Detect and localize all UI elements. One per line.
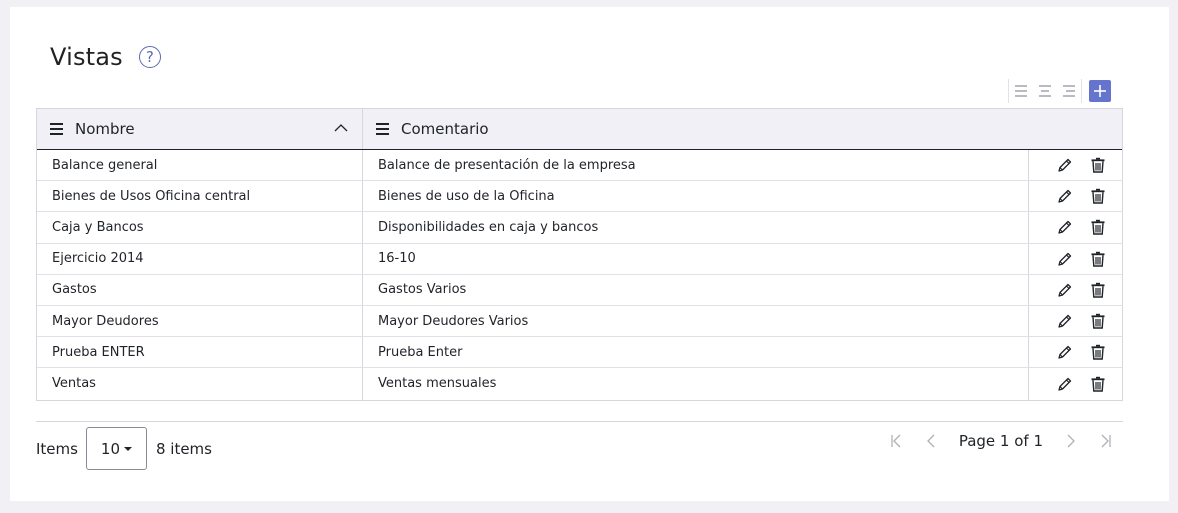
edit-icon[interactable]: [1056, 187, 1074, 205]
next-page-icon[interactable]: [1053, 429, 1088, 453]
cell-comentario: 16-10: [363, 243, 1029, 274]
column-label: Comentario: [401, 120, 489, 138]
cell-comentario: Balance de presentación de la empresa: [363, 150, 1029, 181]
pager-left: Items 10 8 items: [36, 427, 212, 470]
cell-nombre: Balance general: [37, 150, 363, 181]
trash-icon[interactable]: [1089, 218, 1107, 236]
views-grid: Nombre Comentario Balance general Balanc…: [36, 108, 1123, 401]
trash-icon[interactable]: [1089, 187, 1107, 205]
trash-icon[interactable]: [1089, 250, 1107, 268]
table-row[interactable]: Prueba ENTER Prueba Enter: [37, 337, 1122, 369]
edit-icon[interactable]: [1056, 375, 1074, 393]
row-actions: [1029, 181, 1122, 211]
cell-nombre: Ejercicio 2014: [37, 243, 363, 274]
row-actions: [1029, 150, 1122, 180]
first-page-icon[interactable]: [879, 429, 914, 453]
cell-comentario: Ventas mensuales: [363, 368, 1029, 400]
trash-icon[interactable]: [1089, 312, 1107, 330]
row-actions: [1029, 337, 1122, 367]
pager-right: Page 1 of 1: [879, 422, 1123, 459]
align-center-icon[interactable]: [1033, 79, 1057, 103]
cell-nombre: Caja y Bancos: [37, 212, 363, 243]
trash-icon[interactable]: [1089, 156, 1107, 174]
items-label: Items: [36, 439, 78, 458]
align-right-icon[interactable]: [1057, 79, 1081, 103]
page-info: Page 1 of 1: [958, 431, 1043, 450]
cell-nombre: Mayor Deudores: [37, 305, 363, 337]
grid-body: Balance general Balance de presentación …: [37, 150, 1122, 400]
row-actions: [1029, 368, 1122, 399]
plus-icon: [1094, 85, 1106, 97]
item-count: 8 items: [155, 439, 212, 458]
column-menu-icon[interactable]: [50, 123, 63, 135]
trash-icon[interactable]: [1089, 375, 1107, 393]
table-row[interactable]: Bienes de Usos Oficina central Bienes de…: [37, 181, 1122, 213]
cell-nombre: Gastos: [37, 274, 363, 305]
column-menu-icon[interactable]: [376, 123, 389, 135]
prev-page-icon[interactable]: [914, 429, 949, 453]
cell-comentario: Mayor Deudores Varios: [363, 305, 1029, 337]
page-size-value: 10: [100, 439, 121, 458]
trash-icon[interactable]: [1089, 281, 1107, 299]
row-actions: [1029, 244, 1122, 274]
edit-icon[interactable]: [1056, 156, 1074, 174]
cell-comentario: Disponibilidades en caja y bancos: [363, 212, 1029, 243]
caret-down-icon: [124, 446, 133, 451]
cell-comentario: Bienes de uso de la Oficina: [363, 181, 1029, 212]
last-page-icon[interactable]: [1088, 429, 1123, 453]
cell-nombre: Prueba ENTER: [37, 337, 363, 368]
cell-nombre: Ventas: [37, 368, 363, 400]
page-title: Vistas: [50, 43, 123, 71]
table-row[interactable]: Ejercicio 2014 16-10: [37, 243, 1122, 275]
edit-icon[interactable]: [1056, 218, 1074, 236]
column-label: Nombre: [75, 120, 135, 138]
title-row: Vistas ?: [50, 43, 161, 71]
edit-icon[interactable]: [1056, 250, 1074, 268]
table-row[interactable]: Balance general Balance de presentación …: [37, 150, 1122, 182]
edit-icon[interactable]: [1056, 343, 1074, 361]
row-actions: [1029, 275, 1122, 305]
table-row[interactable]: Gastos Gastos Varios: [37, 274, 1122, 306]
edit-icon[interactable]: [1056, 312, 1074, 330]
grid-toolbar: [1008, 79, 1111, 103]
table-row[interactable]: Caja y Bancos Disponibilidades en caja y…: [37, 212, 1122, 244]
grid-header: Nombre Comentario: [37, 109, 1122, 150]
page-size-select[interactable]: 10: [85, 427, 147, 470]
table-row[interactable]: Mayor Deudores Mayor Deudores Varios: [37, 305, 1122, 338]
help-icon[interactable]: ?: [138, 46, 161, 68]
pager: Items 10 8 items Page 1 of 1: [36, 421, 1123, 471]
add-view-button[interactable]: [1089, 80, 1111, 102]
row-actions: [1029, 306, 1122, 336]
edit-icon[interactable]: [1056, 281, 1074, 299]
trash-icon[interactable]: [1089, 343, 1107, 361]
align-left-icon[interactable]: [1009, 79, 1033, 103]
table-row[interactable]: Ventas Ventas mensuales: [37, 368, 1122, 400]
column-header-comentario[interactable]: Comentario: [363, 109, 1029, 149]
toolbar-divider: [1081, 79, 1082, 103]
column-header-nombre[interactable]: Nombre: [37, 109, 363, 149]
cell-comentario: Prueba Enter: [363, 337, 1029, 368]
sort-ascending-icon[interactable]: [334, 123, 348, 133]
cell-comentario: Gastos Varios: [363, 274, 1029, 305]
row-actions: [1029, 212, 1122, 242]
cell-nombre: Bienes de Usos Oficina central: [37, 181, 363, 212]
column-header-actions: [1029, 109, 1122, 149]
